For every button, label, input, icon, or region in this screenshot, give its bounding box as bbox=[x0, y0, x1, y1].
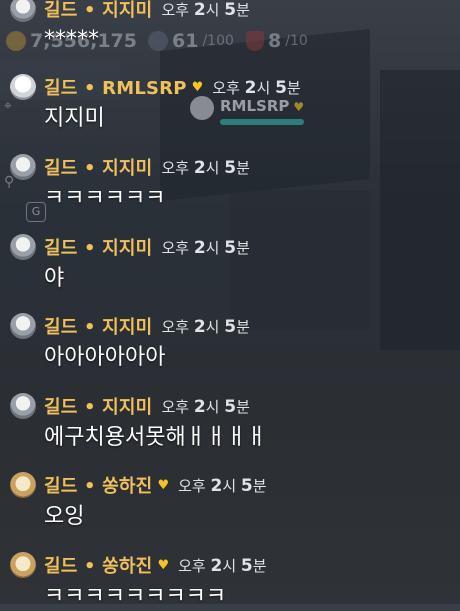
timestamp: 오후 2시 5분 bbox=[161, 157, 250, 178]
guild-name[interactable]: 길드 • RMLSRP bbox=[44, 74, 187, 100]
chat-message: 길드 • 지지미 오후 2시 5분 에구치용서못해ㅐㅐㅐㅐ bbox=[10, 393, 267, 452]
chat-log[interactable]: 길드 • 지지미 오후 2시 5분 ***** 길드 • RMLSRP ♥ 오후… bbox=[0, 0, 460, 609]
message-text: ***** bbox=[44, 27, 99, 52]
guild-name[interactable]: 길드 • 쏭하진 bbox=[44, 552, 152, 578]
timestamp: 오후 2시 5분 bbox=[161, 396, 250, 417]
message-text: ㅋㅋㅋㅋㅋㅋ bbox=[44, 186, 166, 211]
avatar[interactable] bbox=[10, 393, 36, 419]
timestamp: 오후 2시 5분 bbox=[212, 77, 301, 98]
chat-message: 길드 • 지지미 오후 2시 5분 아아아아아아 bbox=[10, 313, 250, 372]
heart-icon: ♥ bbox=[157, 477, 170, 493]
timestamp: 오후 2시 5분 bbox=[161, 316, 250, 337]
message-text: ㅋㅋㅋㅋㅋㅋㅋㅋㅋ bbox=[44, 584, 227, 609]
message-text: 아아아아아아 bbox=[44, 345, 166, 370]
timestamp: 오후 2시 5분 bbox=[178, 475, 267, 496]
heart-icon: ♥ bbox=[191, 79, 204, 95]
avatar[interactable] bbox=[10, 552, 36, 578]
chat-message: 길드 • 쏭하진 ♥ 오후 2시 5분 ㅋㅋㅋㅋㅋㅋㅋㅋㅋ bbox=[10, 552, 267, 611]
chat-message: 길드 • 지지미 오후 2시 5분 ***** bbox=[10, 0, 250, 54]
avatar[interactable] bbox=[10, 0, 36, 22]
guild-name[interactable]: 길드 • 지지미 bbox=[44, 234, 152, 260]
timestamp: 오후 2시 5분 bbox=[178, 555, 267, 576]
chat-message: 길드 • 쏭하진 ♥ 오후 2시 5분 오잉 bbox=[10, 472, 267, 531]
message-text: 야 bbox=[44, 266, 65, 291]
guild-name[interactable]: 길드 • 지지미 bbox=[44, 0, 152, 22]
chat-message: 길드 • 지지미 오후 2시 5분 야 bbox=[10, 234, 250, 293]
guild-name[interactable]: 길드 • 지지미 bbox=[44, 393, 152, 419]
avatar[interactable] bbox=[10, 313, 36, 339]
guild-name[interactable]: 길드 • 쏭하진 bbox=[44, 472, 152, 498]
heart-icon: ♥ bbox=[157, 557, 170, 573]
guild-name[interactable]: 길드 • 지지미 bbox=[44, 154, 152, 180]
timestamp: 오후 2시 5분 bbox=[161, 237, 250, 258]
chat-message: 길드 • 지지미 오후 2시 5분 ㅋㅋㅋㅋㅋㅋ bbox=[10, 154, 250, 213]
guild-name[interactable]: 길드 • 지지미 bbox=[44, 313, 152, 339]
message-text: 지지미 bbox=[44, 106, 105, 131]
timestamp: 오후 2시 5분 bbox=[161, 0, 250, 20]
avatar[interactable] bbox=[10, 234, 36, 260]
avatar[interactable] bbox=[10, 74, 36, 100]
message-text: 오잉 bbox=[44, 504, 85, 529]
avatar[interactable] bbox=[10, 472, 36, 498]
message-text: 에구치용서못해ㅐㅐㅐㅐ bbox=[44, 425, 267, 450]
avatar[interactable] bbox=[10, 154, 36, 180]
chat-message: 길드 • RMLSRP ♥ 오후 2시 5분 지지미 bbox=[10, 74, 301, 133]
